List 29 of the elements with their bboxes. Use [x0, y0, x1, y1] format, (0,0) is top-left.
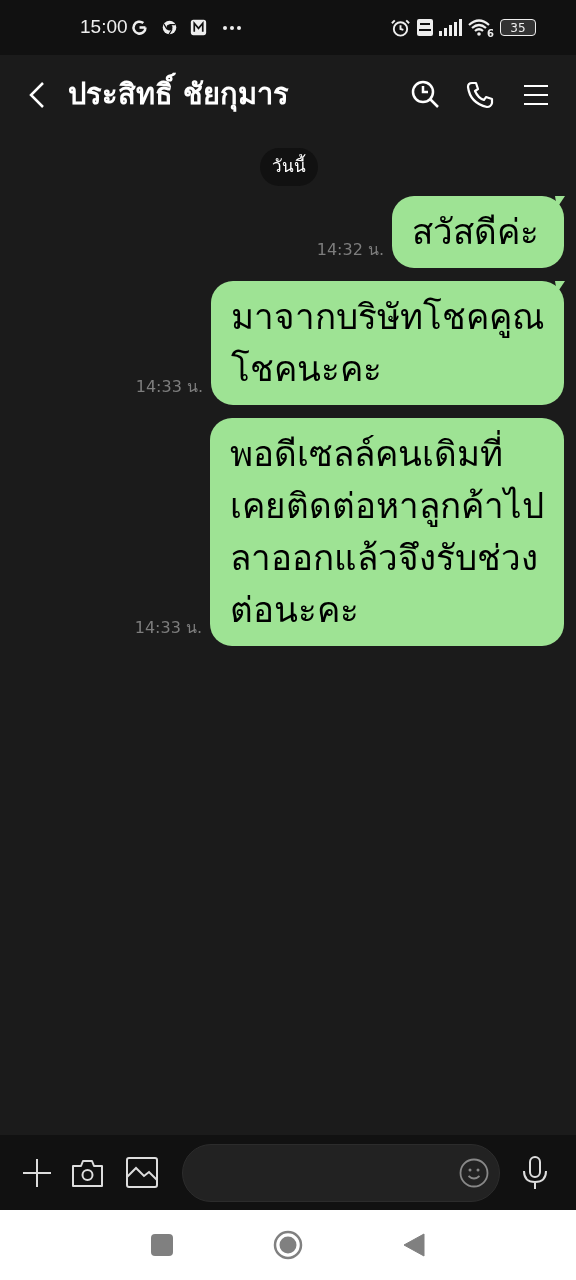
date-chip: วันนี้ [260, 148, 318, 186]
google-icon [130, 19, 148, 36]
mail-icon [189, 19, 207, 36]
signal-icon [439, 19, 464, 36]
message-time: 14:33 น. [135, 375, 203, 398]
wifi-standard-label: 6 [487, 27, 494, 41]
message-bubble: สวัสดีค่ะ [392, 195, 564, 268]
message-bubble: มาจากบริษัทโชคคูณ โชคนะคะ [211, 280, 564, 405]
battery-icon: 35 [500, 19, 536, 36]
image-icon[interactable] [126, 1157, 158, 1188]
microphone-icon[interactable] [522, 1155, 548, 1190]
back-button[interactable] [403, 1233, 425, 1257]
back-icon[interactable] [28, 81, 46, 109]
emoji-icon[interactable] [459, 1157, 489, 1188]
camera-icon[interactable] [71, 1157, 104, 1188]
chrome-icon [160, 19, 178, 36]
recents-button[interactable] [151, 1234, 173, 1256]
alarm-icon [390, 17, 412, 38]
message-time: 14:32 น. [316, 238, 384, 261]
more-icon [221, 24, 242, 31]
menu-icon[interactable] [524, 84, 548, 106]
home-button[interactable] [273, 1230, 303, 1260]
message-bubble: พอดีเซลล์คนเดิมที่ เคยติดต่อหาลูกค้าไป ลาออกแล้วจึงรับช่วง ต่อนะคะ [210, 417, 564, 646]
contact-name: ประสิทธิ์ ชัยกุมาร [68, 73, 290, 117]
phone-icon[interactable] [466, 81, 494, 109]
status-time: 15:00 [80, 15, 128, 40]
search-icon[interactable] [411, 80, 441, 110]
plus-icon[interactable] [22, 1157, 52, 1188]
message-time: 14:33 น. [134, 616, 202, 639]
